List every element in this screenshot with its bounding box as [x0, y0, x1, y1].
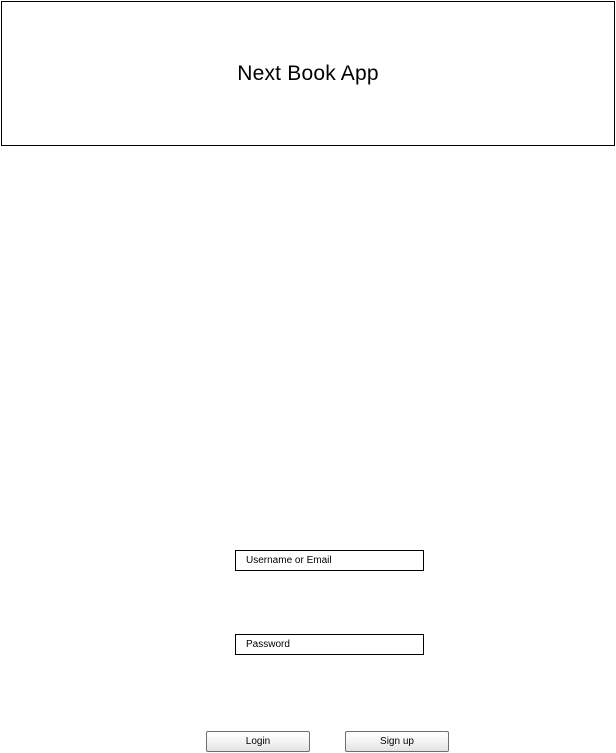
- app-header: Next Book App: [1, 1, 615, 146]
- password-field[interactable]: [235, 634, 424, 655]
- app-title: Next Book App: [237, 61, 379, 85]
- login-button[interactable]: Login: [206, 731, 310, 752]
- signup-button[interactable]: Sign up: [345, 731, 449, 752]
- username-input[interactable]: [236, 551, 423, 570]
- password-input[interactable]: [236, 635, 423, 654]
- username-field[interactable]: [235, 550, 424, 571]
